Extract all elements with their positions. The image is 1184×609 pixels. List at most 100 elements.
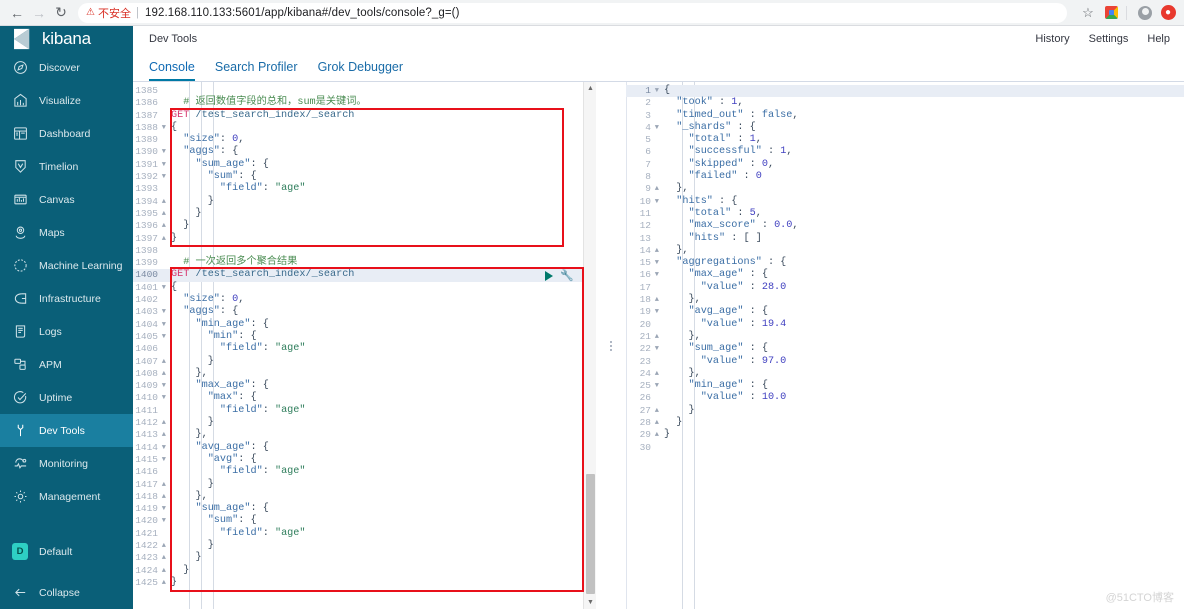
sidebar-item-timelion[interactable]: Timelion (0, 150, 133, 183)
fold-up-icon[interactable]: ▲ (655, 294, 659, 306)
settings-button[interactable]: Settings (1089, 33, 1129, 45)
request-actions[interactable]: 🔧 (545, 270, 574, 282)
sidebar-item-infrastructure[interactable]: Infrastructure (0, 282, 133, 315)
editor-code-line: } (207, 478, 214, 490)
editor-line-numbers: 1385 1386 1387 1388 ▼ 1389 1390 ▼ 1391 ▼ 1392 ▼ 1393… (133, 82, 167, 609)
sidebar-item-default-space[interactable]: D Default (0, 535, 133, 568)
fold-down-icon[interactable]: ▼ (162, 319, 166, 331)
fold-down-icon[interactable]: ▼ (162, 380, 166, 392)
scroll-thumb[interactable] (586, 474, 595, 594)
address-bar[interactable]: ⚠ 不安全 | 192.168.110.133:5601/app/kibana#… (78, 2, 1067, 23)
tab-grok-debugger[interactable]: Grok Debugger (318, 60, 403, 82)
fold-up-icon[interactable]: ▲ (162, 196, 166, 208)
sidebar-item-label: Timelion (39, 160, 79, 173)
request-editor[interactable]: 1385 1386 1387 1388 ▼ 1389 1390 ▼ 1391 ▼ 1392 ▼ 1393… (133, 82, 596, 609)
fold-up-icon[interactable]: ▲ (655, 405, 659, 417)
fold-down-icon[interactable]: ▼ (162, 503, 166, 515)
fold-down-icon[interactable]: ▼ (162, 331, 166, 343)
fold-up-icon[interactable]: ▲ (162, 417, 166, 429)
fold-up-icon[interactable]: ▲ (162, 552, 166, 564)
sidebar-item-machine-learning[interactable]: Machine Learning (0, 249, 133, 282)
editor-code[interactable]: # 返回数值字段的总和，sum是关键词。 GET /test_search_ind… (167, 82, 596, 609)
fold-down-icon[interactable]: ▼ (162, 122, 166, 134)
sidebar-item-uptime[interactable]: Uptime (0, 381, 133, 414)
logs-icon (13, 324, 28, 339)
fold-down-icon[interactable]: ▼ (162, 515, 166, 527)
sidebar-item-discover[interactable]: Discover (0, 51, 133, 84)
scroll-down-icon[interactable]: ▼ (584, 596, 596, 609)
fold-down-icon[interactable]: ▼ (162, 442, 166, 454)
fold-up-icon[interactable]: ▲ (162, 368, 166, 380)
sidebar-item-logs[interactable]: Logs (0, 315, 133, 348)
fold-down-icon[interactable]: ▼ (655, 343, 659, 355)
editor-gutter-line: 1398 (135, 244, 158, 256)
tab-console[interactable]: Console (149, 60, 195, 81)
play-icon[interactable] (545, 271, 553, 281)
fold-up-icon[interactable]: ▲ (162, 479, 166, 491)
sidebar-item-collapse[interactable]: Collapse (0, 576, 133, 609)
fold-up-icon[interactable]: ▲ (655, 245, 659, 257)
fold-down-icon[interactable]: ▼ (162, 171, 166, 183)
response-viewer[interactable]: 1 ▼ 2 3 4 ▼ 5 6 7 8 9 ▲ 10 ▼ 11 12 13 14 ▲ 15 ▼ 16 ▼ 17 18 ▲ 19 ▼ 20… (626, 82, 1184, 609)
fold-up-icon[interactable]: ▲ (162, 565, 166, 577)
fold-up-icon[interactable]: ▲ (655, 183, 659, 195)
fold-down-icon[interactable]: ▼ (655, 122, 659, 134)
fold-down-icon[interactable]: ▼ (655, 196, 659, 208)
fold-down-icon[interactable]: ▼ (162, 306, 166, 318)
fold-down-icon[interactable]: ▼ (655, 306, 659, 318)
editor-scrollbar[interactable]: ▲ ▼ (583, 82, 596, 609)
fold-down-icon[interactable]: ▼ (655, 257, 659, 269)
sidebar-item-dashboard[interactable]: Dashboard (0, 117, 133, 150)
forward-icon[interactable]: → (28, 2, 50, 24)
editor-code-line: "sum_age": { (195, 503, 269, 515)
sidebar-item-dev-tools[interactable]: Dev Tools (0, 414, 133, 447)
fold-up-icon[interactable]: ▲ (655, 368, 659, 380)
fold-up-icon[interactable]: ▲ (655, 429, 659, 441)
scroll-up-icon[interactable]: ▲ (584, 82, 596, 95)
fold-up-icon[interactable]: ▲ (162, 208, 166, 220)
sidebar-item-management[interactable]: Management (0, 480, 133, 513)
sidebar-item-canvas[interactable]: Canvas (0, 183, 133, 216)
wrench-icon[interactable]: 🔧 (560, 270, 574, 282)
fold-up-icon[interactable]: ▲ (162, 577, 166, 589)
fold-down-icon[interactable]: ▼ (655, 85, 659, 97)
pane-splitter[interactable] (596, 82, 626, 609)
opera-circle-icon[interactable]: ● (1158, 3, 1178, 23)
sidebar-item-apm[interactable]: APM (0, 348, 133, 381)
fold-down-icon[interactable]: ▼ (162, 282, 166, 294)
sidebar-item-monitoring[interactable]: Monitoring (0, 447, 133, 480)
kibana-logo[interactable]: kibana (0, 26, 133, 51)
fold-up-icon[interactable]: ▲ (162, 491, 166, 503)
fold-down-icon[interactable]: ▼ (655, 380, 659, 392)
help-button[interactable]: Help (1147, 33, 1170, 45)
response-code-line: "max_score" : 0.0, (688, 220, 799, 232)
editor-code-line: }, (195, 367, 208, 379)
reload-icon[interactable]: ↻ (50, 2, 72, 24)
editor-gutter-line: 1425 ▲ (135, 576, 166, 589)
tab-search-profiler[interactable]: Search Profiler (215, 60, 298, 82)
sidebar-item-visualize[interactable]: Visualize (0, 84, 133, 117)
fold-up-icon[interactable]: ▲ (655, 417, 659, 429)
dashboard-icon (13, 126, 28, 141)
back-icon[interactable]: ← (6, 2, 28, 24)
fold-up-icon[interactable]: ▲ (162, 429, 166, 441)
extension-icon[interactable] (1101, 3, 1121, 23)
fold-down-icon[interactable]: ▼ (655, 269, 659, 281)
fold-up-icon[interactable]: ▲ (162, 233, 166, 245)
fold-down-icon[interactable]: ▼ (162, 392, 166, 404)
fold-down-icon[interactable]: ▼ (162, 146, 166, 158)
fold-up-icon[interactable]: ▲ (162, 220, 166, 232)
fold-up-icon[interactable]: ▲ (162, 356, 166, 368)
history-button[interactable]: History (1035, 33, 1069, 45)
fold-down-icon[interactable]: ▼ (162, 159, 166, 171)
sidebar-item-label: Machine Learning (39, 259, 123, 272)
response-gutter-line: 22 ▼ (639, 343, 659, 355)
star-icon[interactable]: ☆ (1078, 3, 1098, 23)
sidebar-item-maps[interactable]: Maps (0, 216, 133, 249)
response-code-line: "sum_age" : { (688, 343, 768, 355)
fold-down-icon[interactable]: ▼ (162, 454, 166, 466)
fold-up-icon[interactable]: ▲ (162, 540, 166, 552)
fold-up-icon[interactable]: ▲ (655, 331, 659, 343)
map-pin-icon (13, 225, 28, 240)
avatar-icon[interactable] (1135, 3, 1155, 23)
